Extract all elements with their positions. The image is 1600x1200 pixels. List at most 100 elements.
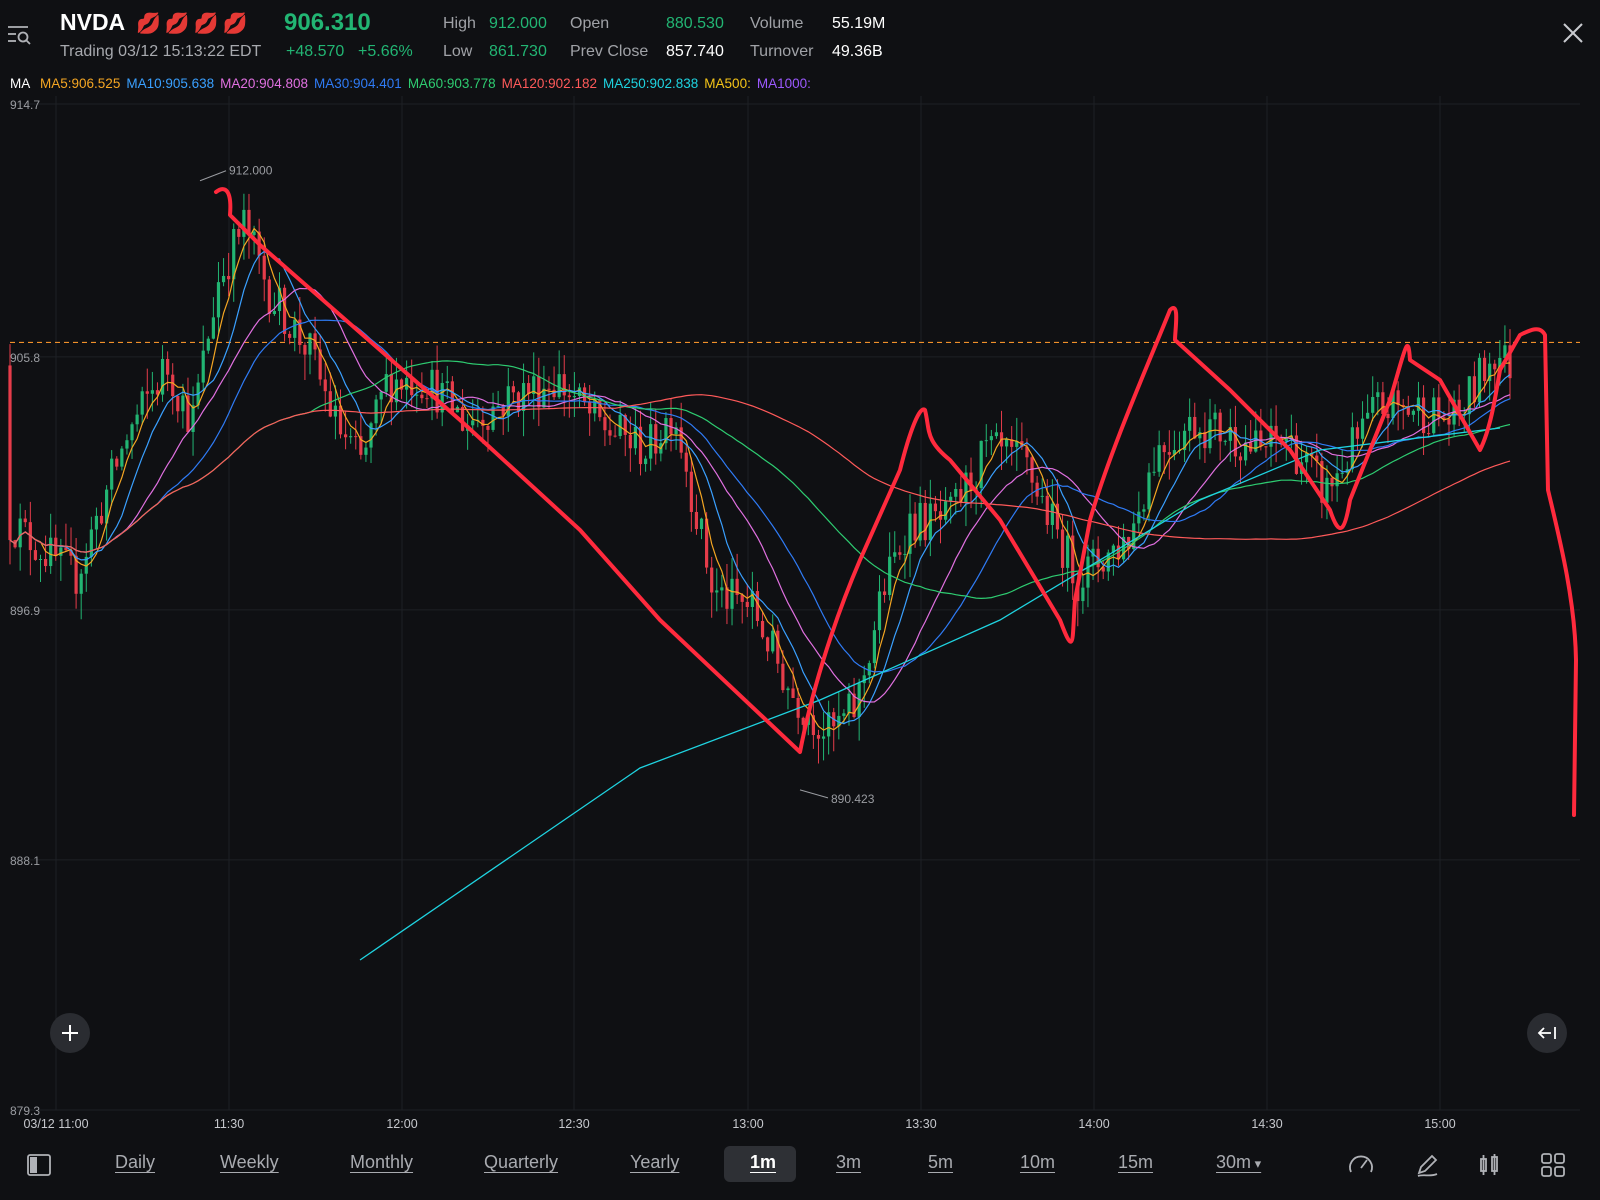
period-tab-quarterly[interactable]: Quarterly bbox=[484, 1152, 558, 1173]
candle-body bbox=[1086, 556, 1090, 588]
candle-body bbox=[120, 448, 124, 467]
period-tab-monthly[interactable]: Monthly bbox=[350, 1152, 413, 1173]
candle-body bbox=[38, 559, 43, 561]
draw-pen-icon[interactable] bbox=[1412, 1150, 1442, 1180]
candle-body bbox=[1233, 426, 1238, 457]
time-axis-label: 15:00 bbox=[1424, 1117, 1455, 1131]
candle-body bbox=[379, 391, 383, 400]
moving-average-legend[interactable]: MA MA5:906.525 MA10:905.638 MA20:904.808 MA… bbox=[10, 76, 817, 91]
candle-body bbox=[176, 396, 180, 412]
candle-body bbox=[1223, 440, 1227, 442]
candle-body bbox=[282, 287, 287, 334]
grid-apps-icon[interactable] bbox=[1538, 1150, 1568, 1180]
candle-body bbox=[8, 365, 12, 541]
period-tab-yearly[interactable]: Yearly bbox=[630, 1152, 679, 1173]
candle-body bbox=[1264, 446, 1268, 448]
interval-tab-30m[interactable]: 30m ▾ bbox=[1216, 1152, 1261, 1173]
interval-tab-3m[interactable]: 3m bbox=[836, 1152, 861, 1173]
candle-body bbox=[227, 275, 231, 280]
candle-body bbox=[364, 447, 368, 455]
ma-line bbox=[9, 319, 1511, 673]
candle-body bbox=[110, 458, 114, 490]
candle-body bbox=[135, 414, 139, 425]
dropdown-caret-icon[interactable]: ▾ bbox=[1251, 1156, 1262, 1171]
candle-body bbox=[613, 435, 617, 437]
candle-body bbox=[1340, 472, 1344, 474]
candle-body bbox=[1355, 427, 1360, 439]
candle-body bbox=[1330, 477, 1334, 487]
price-chart[interactable]: 914.7 905.8 896.9 888.1 879.303/12 11:00 11:3… bbox=[0, 0, 1600, 1200]
close-icon[interactable] bbox=[1560, 20, 1586, 46]
candle-body bbox=[471, 420, 475, 426]
candle-body bbox=[694, 511, 699, 530]
candle-body bbox=[867, 663, 871, 676]
candle-type-icon[interactable] bbox=[1474, 1150, 1504, 1180]
candle-body bbox=[776, 630, 780, 664]
period-tab-weekly[interactable]: Weekly bbox=[220, 1152, 279, 1173]
candle-body bbox=[272, 311, 277, 315]
candle-body bbox=[1137, 511, 1141, 524]
candle-body bbox=[99, 515, 104, 524]
candle-body bbox=[49, 537, 53, 567]
candle-body bbox=[1167, 452, 1171, 455]
interval-tab-15m[interactable]: 15m bbox=[1118, 1152, 1153, 1173]
candle-body bbox=[130, 424, 134, 441]
candle-body bbox=[1472, 376, 1477, 403]
candle-body bbox=[1437, 397, 1441, 418]
low-value: 861.730 bbox=[489, 43, 547, 60]
open-value: 880.530 bbox=[666, 15, 724, 32]
high-marker-label: 912.000 bbox=[229, 164, 273, 178]
interval-tab-1m[interactable]: 1m bbox=[750, 1152, 776, 1173]
candle-body bbox=[415, 394, 419, 396]
time-axis-label: 13:30 bbox=[905, 1117, 936, 1131]
add-indicator-button[interactable] bbox=[50, 1013, 90, 1053]
candle-body bbox=[23, 518, 27, 523]
time-axis-label: 12:30 bbox=[558, 1117, 589, 1131]
ma-line bbox=[9, 250, 1511, 725]
price-axis-label: 905.8 bbox=[10, 351, 40, 365]
candle-body bbox=[150, 390, 154, 394]
candle-body bbox=[1066, 535, 1070, 568]
candle-body bbox=[511, 386, 515, 393]
ma-legend-item: MA30:904.401 bbox=[313, 76, 402, 91]
scroll-to-latest-button[interactable] bbox=[1527, 1013, 1567, 1053]
interval-tab-10m[interactable]: 10m bbox=[1020, 1152, 1055, 1173]
candle-body bbox=[293, 319, 297, 338]
ma-legend-item: MA10:905.638 bbox=[126, 76, 215, 91]
candle-body bbox=[842, 713, 846, 716]
low-label: Low bbox=[443, 43, 473, 60]
candle-body bbox=[933, 503, 938, 512]
candle-body bbox=[913, 513, 917, 541]
menu-search-icon[interactable] bbox=[6, 22, 32, 48]
period-tab-daily[interactable]: Daily bbox=[115, 1152, 155, 1173]
candle-body bbox=[816, 735, 821, 739]
volume-label: Volume bbox=[750, 15, 804, 32]
candle-body bbox=[730, 578, 734, 609]
candle-body bbox=[1427, 433, 1431, 435]
candle-body bbox=[786, 688, 790, 691]
high-marker-leader bbox=[199, 170, 227, 182]
candle-body bbox=[923, 502, 927, 541]
candle-body bbox=[715, 590, 719, 593]
candle-body bbox=[425, 398, 429, 400]
candle-body bbox=[288, 333, 292, 338]
candle-body bbox=[496, 405, 500, 407]
candle-body bbox=[567, 395, 571, 398]
candle-body bbox=[771, 630, 775, 652]
ma-label: MA bbox=[10, 76, 31, 91]
candle-body bbox=[872, 630, 877, 664]
candle-body bbox=[125, 440, 129, 449]
candle-body bbox=[1325, 477, 1329, 503]
candle-body bbox=[643, 458, 648, 465]
candle-body bbox=[328, 391, 332, 417]
arrow-to-end-icon bbox=[1537, 1027, 1556, 1039]
candle-body bbox=[898, 552, 902, 555]
candle-body bbox=[262, 255, 266, 280]
candle-body bbox=[1411, 410, 1415, 415]
ma-line bbox=[9, 227, 1511, 731]
speed-gauge-icon[interactable] bbox=[1346, 1150, 1376, 1180]
candle-body bbox=[994, 432, 999, 437]
candle-body bbox=[1157, 445, 1161, 472]
interval-tab-5m[interactable]: 5m bbox=[928, 1152, 953, 1173]
layout-toggle-icon[interactable] bbox=[24, 1150, 54, 1180]
